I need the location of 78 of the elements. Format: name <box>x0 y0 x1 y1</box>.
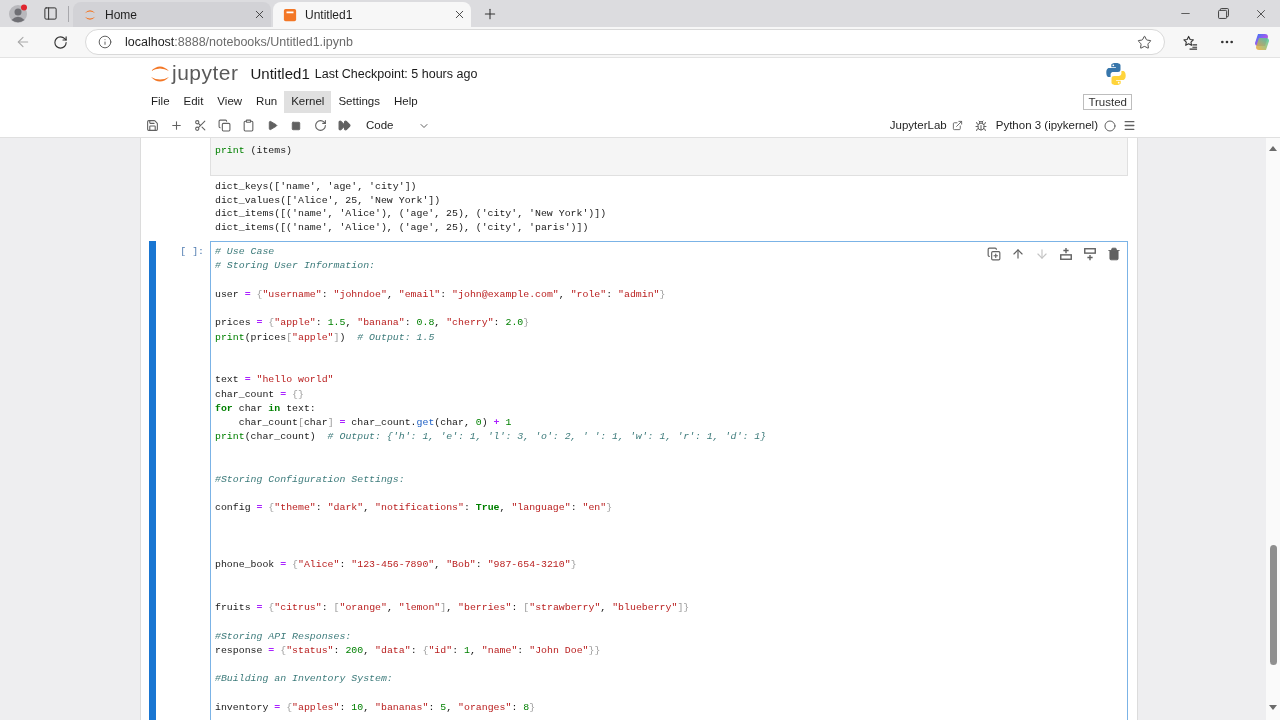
code-line: prices = {"apple": 1.5, "banana": 0.8, "cherry": 2.0} <box>215 316 530 331</box>
code-line: #Building an Inventory System: <box>215 672 393 687</box>
restart-icon <box>313 119 327 132</box>
star-list-icon <box>1182 34 1198 50</box>
code-line: fruits = {"citrus": ["orange", "lemon"], "berries": ["strawberry", "blueberry"]} <box>215 601 690 616</box>
checkpoint-text: Last Checkpoint: 5 hours ago <box>314 65 478 83</box>
code-input-box[interactable]: print (items) <box>210 138 1128 177</box>
output-line: dict_items([('name', 'Alice'), ('age', 25), ('city', 'paris')]) <box>215 220 589 235</box>
code-line: # Use Case <box>215 245 275 260</box>
menu-item[interactable]: Help <box>387 91 425 113</box>
url-text: localhost:8888/notebooks/Untitled1.ipynb <box>125 33 353 51</box>
profile-button[interactable] <box>8 3 28 24</box>
scroll-up-arrow-icon[interactable] <box>1269 146 1277 151</box>
code-line: char_count[char] = char_count.get(char, 0) + 1 <box>237 416 512 431</box>
menu-item[interactable]: Kernel <box>284 91 332 113</box>
browser-tab[interactable]: Untitled1 <box>273 2 471 27</box>
insert-above-icon <box>1059 247 1073 262</box>
notebook-icon <box>283 7 297 22</box>
trusted-indicator[interactable]: Trusted <box>1083 94 1132 110</box>
cell-type-select[interactable]: Code <box>358 115 434 136</box>
code-line: text = "hello world" <box>215 373 334 388</box>
menu-item[interactable]: Settings <box>331 91 387 113</box>
restore-icon <box>1217 8 1229 19</box>
refresh-icon <box>52 34 68 50</box>
code-line: char_count = {} <box>215 387 304 402</box>
menu-item[interactable]: View <box>210 91 250 113</box>
copy-icon <box>217 119 231 132</box>
trash-icon <box>1107 247 1121 262</box>
scissors-icon <box>193 119 207 132</box>
code-line: print (items) <box>215 144 293 158</box>
interlocking-logo-icon <box>1104 62 1128 86</box>
code-line: phone_book = {"Alice": "123-456-7890", "Bob": "987-654-3210"} <box>215 558 577 573</box>
code-line: inventory = {"apples": 10, "bananas": 5, "oranges": 8} <box>215 700 536 715</box>
open-in-link[interactable]: JupyterLab <box>889 116 963 135</box>
logo-wordmark: jupyter <box>172 60 239 86</box>
code-input-box[interactable] <box>210 241 1128 720</box>
code-line: #Storing Configuration Settings: <box>215 473 405 487</box>
plus-icon <box>169 119 183 132</box>
browser-tab[interactable]: Home <box>73 2 271 27</box>
output-line: dict_items([('name', 'Alice'), ('age', 25), ('city', 'New York')]) <box>215 207 607 221</box>
code-line: response = {"status": 200, "data": {"id": 1, "name": "John Doe"}} <box>215 643 601 658</box>
code-line: print(prices["apple"]) # Output: 1.5 <box>215 330 435 345</box>
stop-icon <box>291 120 301 131</box>
scrollbar-thumb[interactable] <box>1269 545 1277 665</box>
code-line: for char in text: <box>215 401 316 416</box>
code-line: #Storing API Responses: <box>215 629 352 644</box>
menu-item[interactable]: Edit <box>176 91 211 113</box>
arrow-up-icon <box>1011 247 1025 262</box>
menu-item[interactable]: File <box>144 91 177 113</box>
notebook-title[interactable]: Untitled1 <box>250 62 310 86</box>
gradient-logo-icon <box>1253 33 1271 51</box>
bug-icon <box>974 119 987 132</box>
insert-below-icon <box>1083 247 1097 262</box>
scroll-down-arrow-icon[interactable] <box>1269 705 1277 710</box>
code-line: # Storing User Information: <box>215 259 375 274</box>
duplicate-icon <box>987 247 1001 262</box>
save-icon <box>145 119 159 132</box>
code-line: config = {"theme": "dark", "notifications": True, "language": "en"} <box>215 501 613 516</box>
kernel-name-button[interactable]: Python 3 (ipykernel) <box>995 116 1098 135</box>
profile-avatar-icon <box>8 3 28 24</box>
code-line: user = {"username": "johndoe", "email": "john@example.com", "role": "admin"} <box>215 287 666 302</box>
clipboard-icon <box>241 119 255 132</box>
menu-item[interactable]: Run <box>249 91 285 113</box>
star-icon[interactable] <box>1137 34 1152 50</box>
arrow-down-icon <box>1035 247 1049 262</box>
external-link-icon <box>951 120 963 131</box>
output-line: dict_values(['Alice', 25, 'New York']) <box>215 193 441 208</box>
fast-forward-icon <box>337 119 351 132</box>
output-line: dict_keys(['name', 'age', 'city']) <box>215 180 417 194</box>
menu-icon <box>1122 119 1136 132</box>
code-line: print(char_count) # Output: {'h': 1, 'e': 1, 'l': 3, 'o': 2, ' ': 1, 'w': 1, 'r': 1, 'd': 1} <box>215 430 767 445</box>
info-icon <box>98 35 112 49</box>
kernel-status-icon <box>1104 119 1116 132</box>
address-field[interactable]: localhost:8888/notebooks/Untitled1.ipynb <box>85 29 1165 55</box>
scrollbar[interactable] <box>1266 138 1280 720</box>
cell-prompt: [ ]: <box>180 245 204 260</box>
play-icon <box>266 120 278 131</box>
panel-icon <box>42 6 58 21</box>
